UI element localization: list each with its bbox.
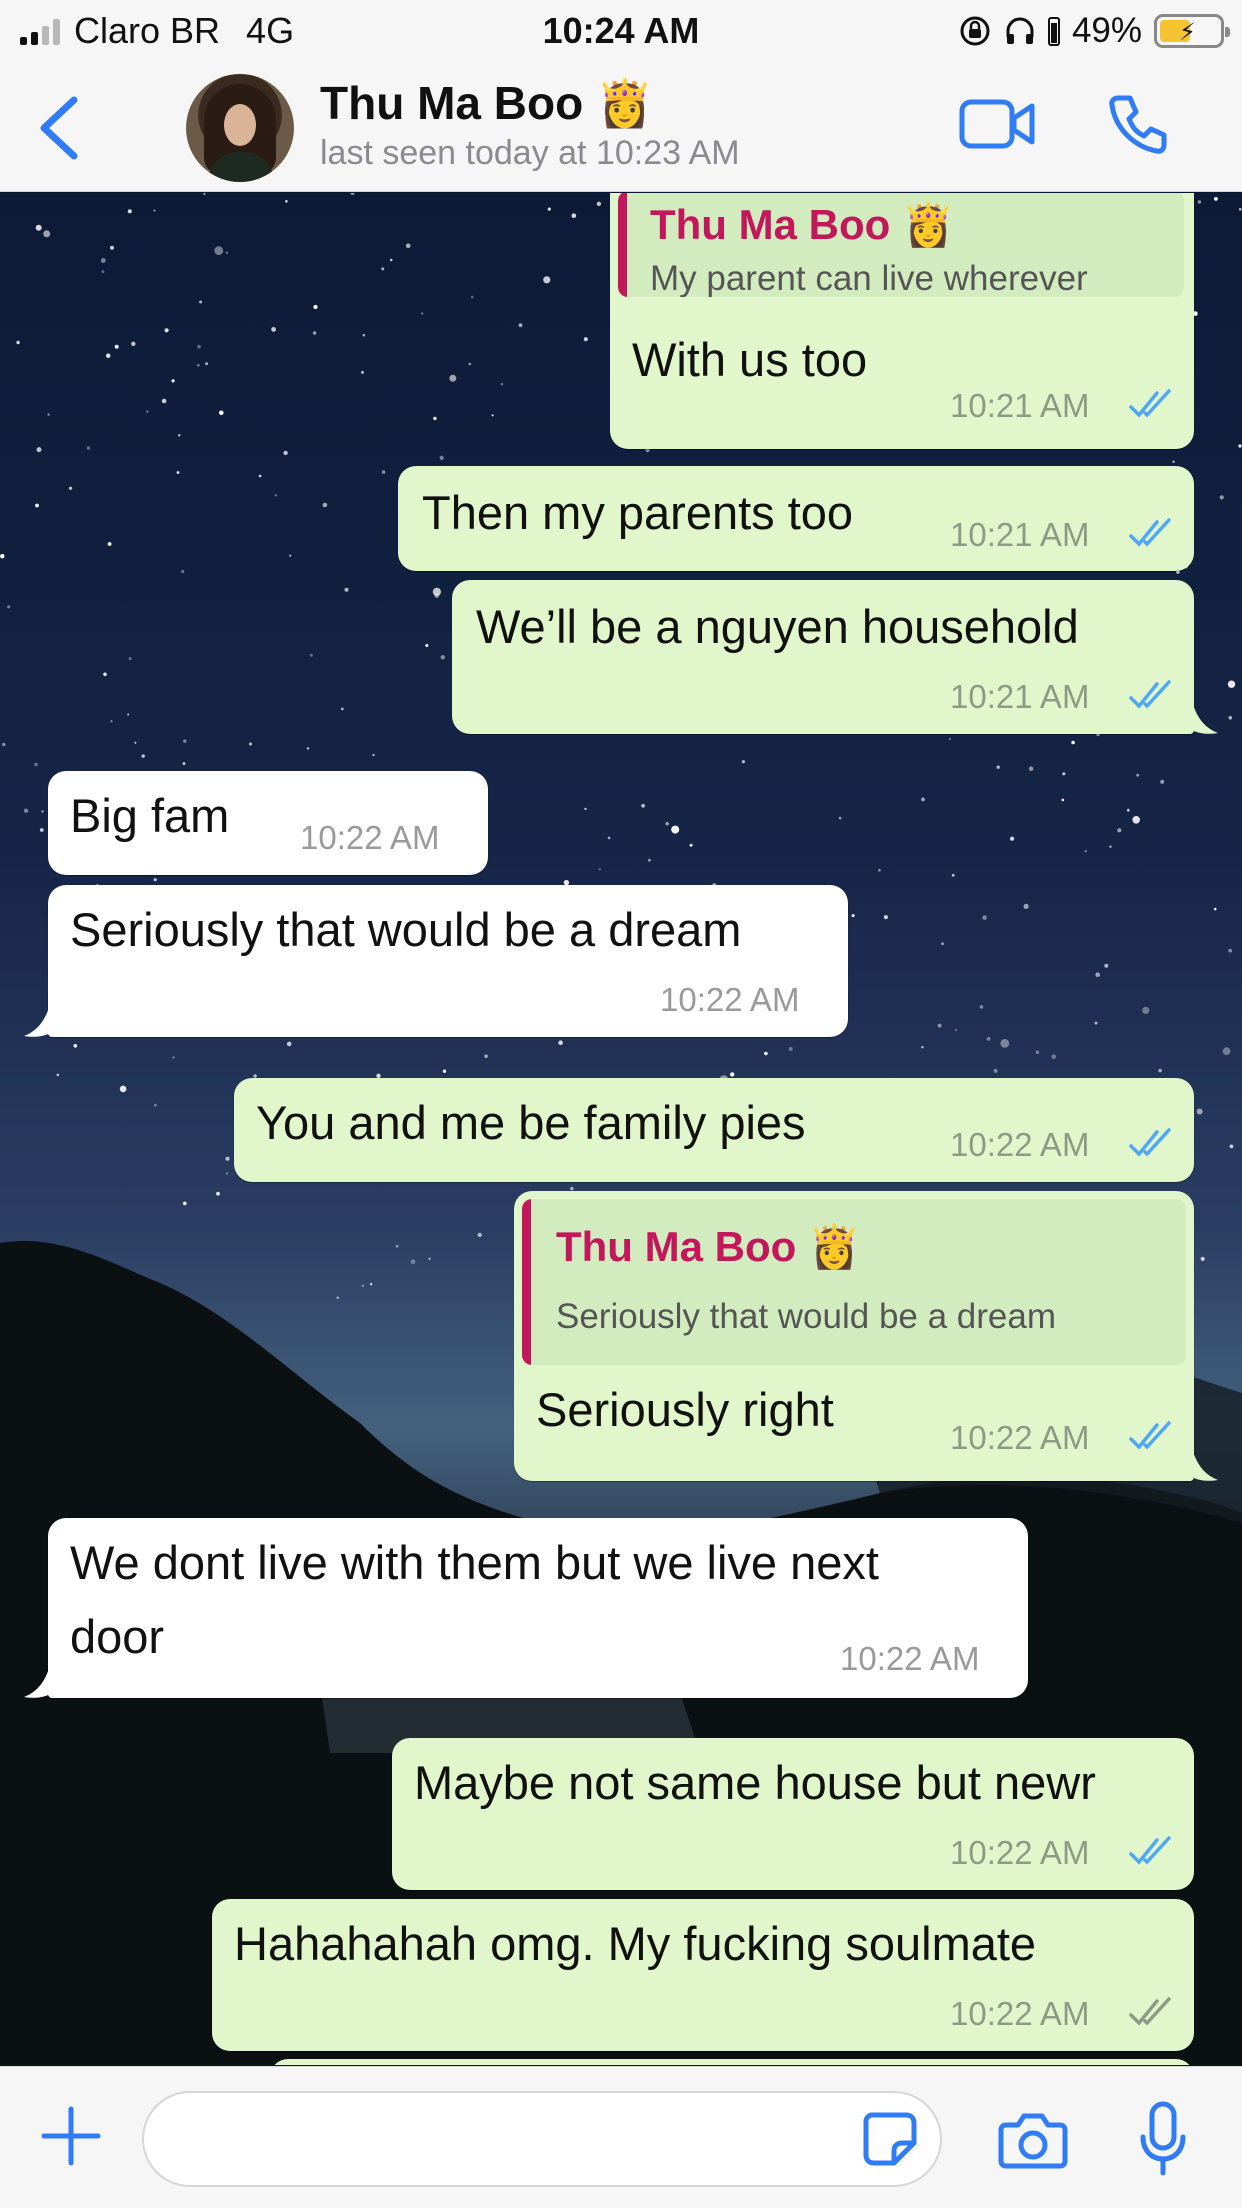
- status-bar: Claro BR 4G 10:24 AM 49% ⚡: [0, 0, 1242, 62]
- message-text: Seriously right: [536, 1383, 834, 1436]
- message-outgoing[interactable]: Thu Ma Boo 👸 Seriously that would be a d…: [514, 1191, 1194, 1481]
- double-check-icon: [1129, 1421, 1171, 1450]
- message-time: 10:21 AM: [950, 387, 1090, 424]
- reply-quote-bar: [618, 193, 627, 297]
- message-time: 10:22 AM: [950, 1834, 1090, 1871]
- message-outgoing[interactable]: Maybe not same house but newr 10:22 AM: [392, 1738, 1194, 1890]
- double-check-icon: [1129, 389, 1171, 418]
- contact-name[interactable]: Thu Ma Boo 👸: [320, 76, 653, 131]
- message-input[interactable]: [174, 2111, 874, 2169]
- message-text: We’ll be a nguyen household: [476, 600, 1079, 653]
- message-text: With us too: [632, 333, 868, 386]
- message-time: 10:22 AM: [950, 1126, 1090, 1163]
- message-text: Hahahahah omg. My fucking soulmate: [234, 1917, 1037, 1970]
- bubble-tail: [1190, 693, 1218, 734]
- message-incoming[interactable]: Seriously that would be a dream 10:22 AM: [48, 885, 848, 1037]
- message-outgoing[interactable]: Hahahahah omg. My fucking soulmate 10:22…: [212, 1899, 1194, 2051]
- reply-quote[interactable]: Thu Ma Boo 👸 Seriously that would be a d…: [522, 1199, 1186, 1365]
- double-check-icon: [1129, 1128, 1171, 1157]
- message-outgoing-partial[interactable]: [270, 2059, 1194, 2065]
- battery-percent: 49%: [1071, 11, 1142, 50]
- bubble-tail: [1190, 1440, 1218, 1481]
- message-time: 10:22 AM: [660, 981, 800, 1018]
- message-incoming[interactable]: We dont live with them but we live next …: [48, 1518, 1028, 1698]
- message-text: You and me be family pies: [256, 1096, 806, 1149]
- chat-header: Thu Ma Boo 👸 last seen today at 10:23 AM: [0, 62, 1242, 192]
- double-check-icon: [1129, 680, 1171, 709]
- message-outgoing[interactable]: Then my parents too 10:21 AM: [398, 466, 1194, 571]
- chat-area[interactable]: Thu Ma Boo 👸 My parent can live wherever…: [0, 193, 1242, 2065]
- reply-quote-author: Thu Ma Boo 👸: [556, 1223, 861, 1270]
- reply-quote-text: Seriously that would be a dream: [556, 1297, 1056, 1336]
- message-incoming[interactable]: Big fam 10:22 AM: [48, 771, 488, 875]
- phone-call-icon[interactable]: [1106, 92, 1170, 156]
- message-outgoing[interactable]: You and me be family pies 10:22 AM: [234, 1078, 1194, 1182]
- message-time: 10:21 AM: [950, 678, 1090, 715]
- message-time: 10:22 AM: [950, 1995, 1090, 2032]
- bubble-tail: [24, 996, 52, 1037]
- reply-quote-author: Thu Ma Boo 👸: [650, 201, 955, 248]
- message-time: 10:22 AM: [950, 1419, 1090, 1456]
- message-text: Big fam: [70, 789, 230, 842]
- message-time: 10:22 AM: [300, 819, 440, 856]
- message-time: 10:22 AM: [840, 1640, 980, 1677]
- message-outgoing[interactable]: We’ll be a nguyen household 10:21 AM: [452, 580, 1194, 734]
- reply-quote-text: My parent can live wherever: [650, 259, 1088, 297]
- message-text: Seriously that would be a dream: [70, 903, 742, 956]
- message-time: 10:21 AM: [950, 516, 1090, 553]
- reply-quote[interactable]: Thu Ma Boo 👸 My parent can live wherever: [618, 193, 1184, 297]
- headphones-icon: [1006, 17, 1034, 44]
- message-text: Then my parents too: [422, 486, 854, 539]
- double-check-icon: [1129, 518, 1171, 547]
- headphone-battery-icon: [1047, 17, 1060, 46]
- double-check-icon: [1129, 1836, 1171, 1865]
- double-check-icon: [1129, 1997, 1171, 2026]
- message-text: Maybe not same house but newr: [414, 1756, 1096, 1809]
- sticker-icon[interactable]: [862, 2111, 918, 2167]
- bubble-tail: [24, 1657, 52, 1698]
- plus-icon[interactable]: [40, 2105, 102, 2167]
- battery-icon: ⚡: [1154, 14, 1230, 48]
- message-outgoing[interactable]: Thu Ma Boo 👸 My parent can live wherever…: [610, 193, 1194, 449]
- reply-quote-bar: [522, 1199, 531, 1365]
- back-chevron-icon[interactable]: [34, 96, 84, 160]
- video-call-icon[interactable]: [958, 96, 1036, 152]
- message-text: We dont live with them but we live next: [70, 1536, 879, 1589]
- last-seen-status: last seen today at 10:23 AM: [320, 134, 740, 172]
- orientation-lock-icon: [960, 16, 990, 46]
- microphone-icon[interactable]: [1138, 2101, 1188, 2177]
- message-text: door: [70, 1610, 165, 1663]
- status-right: 49% ⚡: [958, 10, 1230, 52]
- avatar[interactable]: [186, 74, 294, 182]
- message-input-field[interactable]: [142, 2091, 942, 2187]
- composer-bar: [0, 2066, 1242, 2208]
- camera-icon[interactable]: [998, 2111, 1068, 2169]
